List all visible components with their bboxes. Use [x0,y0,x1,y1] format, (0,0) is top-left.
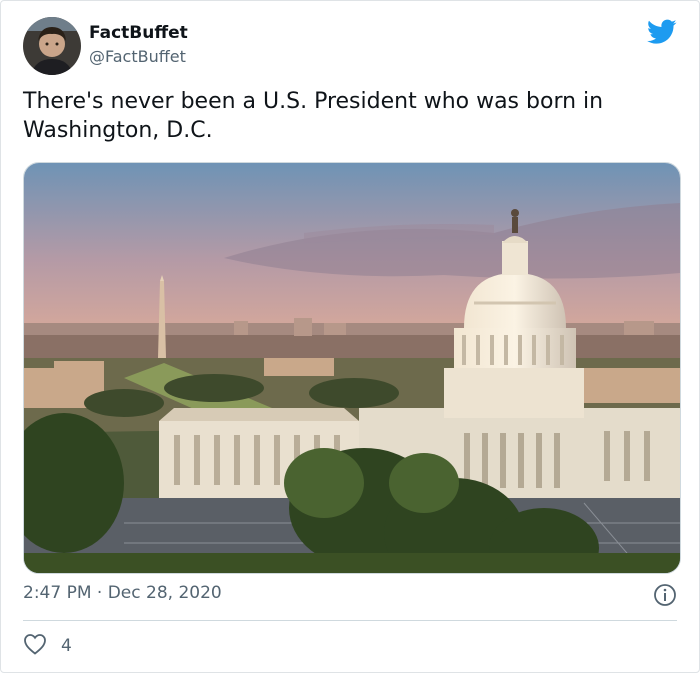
capitol-photo [24,163,680,573]
like-count: 4 [61,636,72,656]
like-button[interactable]: 4 [23,633,72,659]
info-icon[interactable] [653,583,677,607]
tweet-image[interactable] [23,162,681,574]
tweet-text: There's never been a U.S. President who … [23,89,604,143]
tweet-time: 2:47 PM [23,583,92,603]
divider [23,620,677,621]
avatar[interactable] [23,17,81,75]
author-name[interactable]: FactBuffet [89,23,188,43]
twitter-bird-icon[interactable] [647,19,677,45]
tweet-card: FactBuffet @FactBuffet There's never bee… [0,0,700,673]
heart-icon [23,633,47,659]
timestamp-separator: · [96,583,103,603]
tweet-timestamp[interactable]: 2:47 PM · Dec 28, 2020 [23,583,222,603]
avatar-image [23,17,81,75]
author-handle[interactable]: @FactBuffet [89,47,186,66]
tweet-date: Dec 28, 2020 [107,583,222,603]
